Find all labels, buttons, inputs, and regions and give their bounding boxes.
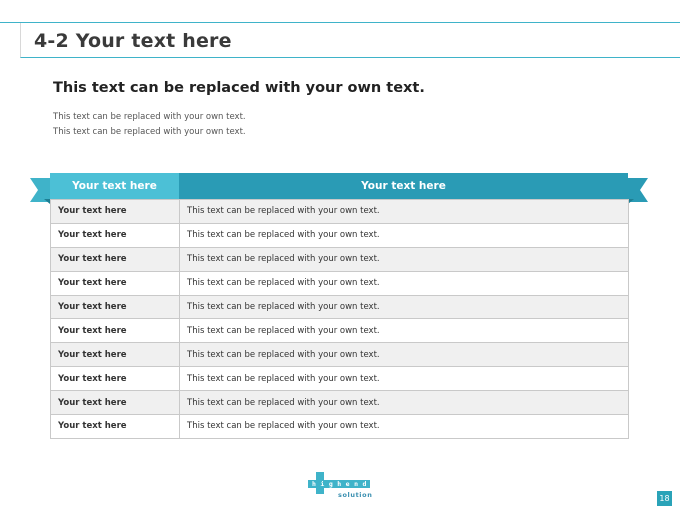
page-number: 18	[657, 491, 672, 506]
row-label: Your text here	[50, 318, 180, 344]
table-row: Your text here This text can be replaced …	[50, 222, 629, 248]
header-col-2: Your text here	[361, 180, 446, 192]
row-text: This text can be replaced with your own …	[179, 294, 629, 320]
row-label: Your text here	[50, 342, 180, 368]
brand-logo: highend solution	[308, 472, 378, 502]
table-row: Your text here This text can be replaced …	[50, 246, 629, 272]
row-label: Your text here	[50, 366, 180, 392]
row-text: This text can be replaced with your own …	[179, 318, 629, 344]
row-text: This text can be replaced with your own …	[179, 199, 629, 224]
table-row: Your text here This text can be replaced …	[50, 199, 629, 224]
row-label: Your text here	[50, 222, 180, 248]
ribbon-left-tail	[30, 178, 50, 202]
subtitle: This text can be replaced with your own …	[53, 80, 425, 96]
table-row: Your text here This text can be replaced …	[50, 342, 629, 368]
header-col-1: Your text here	[72, 180, 157, 192]
row-text: This text can be replaced with your own …	[179, 390, 629, 416]
row-text: This text can be replaced with your own …	[179, 246, 629, 272]
table-row: Your text here This text can be replaced …	[50, 414, 629, 439]
logo-word: highend	[312, 480, 371, 488]
table-row: Your text here This text can be replaced …	[50, 366, 629, 392]
row-label: Your text here	[50, 390, 180, 416]
row-label: Your text here	[50, 199, 180, 224]
content-table: Your text here This text can be replaced …	[50, 199, 629, 439]
logo-sub: solution	[338, 491, 373, 499]
row-label: Your text here	[50, 246, 180, 272]
row-text: This text can be replaced with your own …	[179, 222, 629, 248]
row-label: Your text here	[50, 414, 180, 439]
row-text: This text can be replaced with your own …	[179, 342, 629, 368]
body-line-1: This text can be replaced with your own …	[53, 112, 246, 122]
table-row: Your text here This text can be replaced …	[50, 294, 629, 320]
row-label: Your text here	[50, 294, 180, 320]
row-text: This text can be replaced with your own …	[179, 366, 629, 392]
slide-title: 4-2 Your text here	[34, 30, 232, 52]
row-text: This text can be replaced with your own …	[179, 414, 629, 439]
row-text: This text can be replaced with your own …	[179, 270, 629, 296]
body-line-2: This text can be replaced with your own …	[53, 127, 246, 137]
table-row: Your text here This text can be replaced …	[50, 270, 629, 296]
row-label: Your text here	[50, 270, 180, 296]
table-row: Your text here This text can be replaced …	[50, 390, 629, 416]
table-row: Your text here This text can be replaced …	[50, 318, 629, 344]
ribbon-right-tail	[628, 178, 648, 202]
